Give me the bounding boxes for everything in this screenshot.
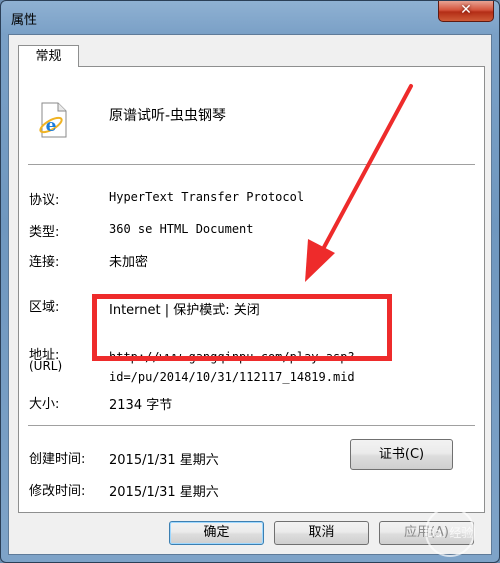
annotation-highlight-box: [92, 294, 392, 361]
size-label: 大小:: [29, 397, 60, 412]
svg-text:e: e: [46, 116, 57, 136]
divider: [28, 164, 475, 165]
type-label: 类型:: [29, 225, 60, 240]
close-button[interactable]: ✕: [438, 1, 494, 22]
connection-value: 未加密: [109, 255, 149, 270]
window-title: 属性: [11, 13, 38, 28]
protocol-value: HyperText Transfer Protocol: [109, 190, 305, 204]
size-value: 2134 字节: [109, 398, 173, 413]
address-value-line-2: id=/pu/2014/10/31/112117_14819.mid: [109, 370, 355, 384]
zone-label: 区域:: [29, 300, 60, 315]
protocol-label: 协议:: [29, 193, 60, 208]
created-value: 2015/1/31 星期六: [109, 453, 219, 468]
connection-label: 连接:: [29, 255, 60, 270]
created-label: 创建时间:: [29, 452, 86, 467]
cancel-button[interactable]: 取消: [274, 521, 369, 545]
tab-general[interactable]: 常规: [18, 45, 79, 67]
modified-value: 2015/1/31 星期六: [109, 485, 219, 500]
internet-explorer-icon: e: [39, 102, 67, 138]
address-sub-label: (URL): [29, 359, 63, 373]
baidu-jingyan-watermark: Bai 经验: [425, 507, 475, 557]
modified-label: 修改时间:: [29, 484, 86, 499]
file-name: 原谱试听-虫虫钢琴: [109, 108, 227, 124]
divider: [28, 425, 475, 426]
watermark-text: Bai 经验: [427, 525, 474, 540]
ok-button[interactable]: 确定: [169, 521, 264, 545]
title-bar[interactable]: 属性: [1, 1, 500, 35]
certificate-button[interactable]: 证书(C): [350, 439, 453, 470]
type-value: 360 se HTML Document: [109, 222, 254, 236]
